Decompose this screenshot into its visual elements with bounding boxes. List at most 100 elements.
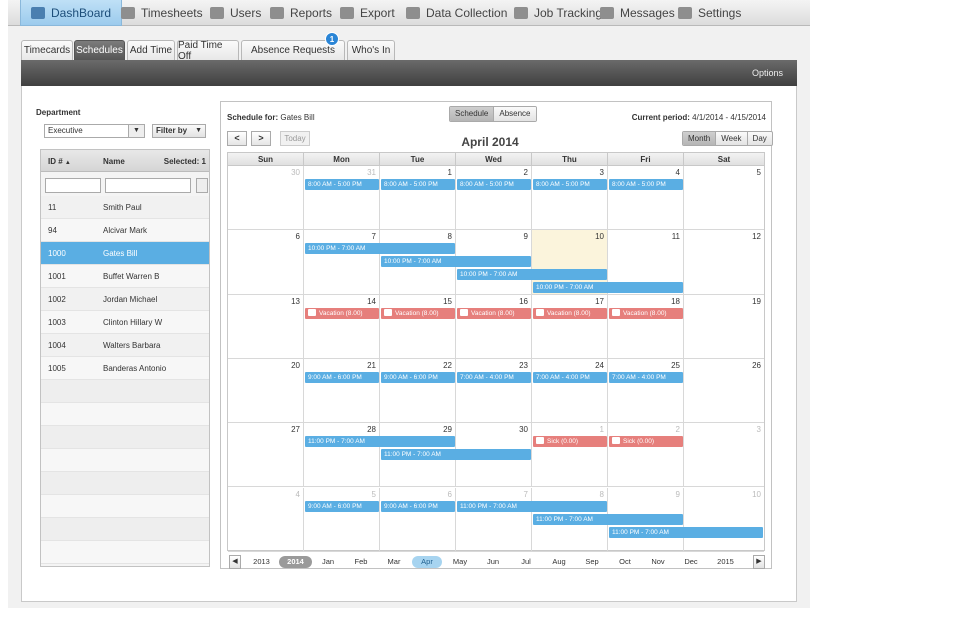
absence-view-button[interactable]: Absence: [493, 107, 536, 121]
timeline-item[interactable]: Mar: [379, 556, 409, 568]
day-cell[interactable]: 2: [608, 423, 684, 488]
day-cell[interactable]: 16: [456, 294, 532, 359]
absence-event[interactable]: Sick (0.00): [609, 436, 683, 448]
timeline-item[interactable]: 2015: [709, 556, 742, 568]
day-cell[interactable]: 2: [456, 166, 532, 231]
shift-event[interactable]: 10:00 PM - 7:00 AM: [381, 256, 531, 268]
user-row[interactable]: 1005 Banderas Antonio: [41, 357, 209, 380]
shift-event[interactable]: 8:00 AM - 5:00 PM: [533, 179, 607, 190]
shift-event[interactable]: 7:00 AM - 4:00 PM: [457, 371, 531, 383]
tab-paid-time-off[interactable]: Paid Time Off: [177, 40, 239, 62]
next-month-button[interactable]: >: [251, 131, 271, 146]
timeline-item[interactable]: May: [445, 556, 475, 568]
tab-who-s-in[interactable]: Who's In: [347, 40, 395, 60]
nav-timesheets[interactable]: Timesheets: [111, 0, 213, 26]
day-cell[interactable]: 19: [684, 295, 764, 359]
user-row[interactable]: 11 Smith Paul: [41, 196, 209, 219]
shift-event[interactable]: 8:00 AM - 5:00 PM: [305, 179, 379, 190]
timeline-item[interactable]: Feb: [346, 556, 376, 568]
absence-event[interactable]: Vacation (8.00): [381, 307, 455, 319]
department-select[interactable]: Executive ▼: [44, 124, 145, 138]
schedule-view-button[interactable]: Schedule: [450, 107, 494, 121]
shift-event[interactable]: 11:00 PM - 7:00 AM: [457, 500, 607, 512]
nav-data-collection[interactable]: Data Collection: [396, 0, 517, 26]
shift-event[interactable]: 10:00 PM - 7:00 AM: [457, 269, 607, 281]
shift-event[interactable]: 8:00 AM - 5:00 PM: [381, 179, 455, 190]
day-cell[interactable]: 5: [304, 487, 380, 552]
day-cell[interactable]: 27: [228, 423, 304, 488]
shift-event[interactable]: 9:00 AM - 6:00 PM: [305, 500, 379, 512]
shift-event[interactable]: 9:00 AM - 6:00 PM: [381, 500, 455, 512]
day-cell[interactable]: 5: [684, 166, 764, 231]
absence-event[interactable]: Vacation (8.00): [533, 307, 607, 319]
day-cell[interactable]: 6: [380, 487, 456, 552]
timeline-item[interactable]: Oct: [610, 556, 640, 568]
absence-event[interactable]: Vacation (8.00): [457, 307, 531, 319]
user-row[interactable]: 1000 Gates Bill: [41, 242, 209, 265]
nav-settings[interactable]: Settings: [668, 0, 751, 26]
day-cell[interactable]: 7: [456, 487, 532, 552]
user-row[interactable]: 1002 Jordan Michael: [41, 288, 209, 311]
absence-event[interactable]: Sick (0.00): [533, 436, 607, 448]
day-cell[interactable]: 3: [532, 166, 608, 231]
tab-schedules[interactable]: Schedules: [74, 40, 125, 60]
user-row[interactable]: 1001 Buffet Warren B: [41, 265, 209, 288]
absence-event[interactable]: Vacation (8.00): [305, 307, 379, 319]
timeline-item[interactable]: Nov: [643, 556, 673, 568]
month-range-button[interactable]: Month: [683, 132, 716, 145]
shift-event[interactable]: 11:00 PM - 7:00 AM: [305, 436, 455, 448]
user-row[interactable]: 94 Alcivar Mark: [41, 219, 209, 242]
timeline-item[interactable]: Apr: [412, 556, 442, 568]
shift-event[interactable]: 8:00 AM - 5:00 PM: [609, 179, 683, 190]
id-filter-input[interactable]: [45, 178, 101, 193]
day-cell[interactable]: 25: [608, 358, 684, 424]
timeline-next-button[interactable]: ▶: [753, 555, 765, 569]
day-cell[interactable]: 26: [684, 359, 764, 424]
timeline-item[interactable]: Jul: [511, 556, 541, 568]
shift-event[interactable]: 8:00 AM - 5:00 PM: [457, 179, 531, 190]
prev-month-button[interactable]: <: [227, 131, 247, 146]
day-cell[interactable]: 24: [532, 358, 608, 424]
day-cell[interactable]: 30: [228, 166, 304, 231]
nav-export[interactable]: Export: [330, 0, 405, 26]
shift-event[interactable]: 9:00 AM - 6:00 PM: [381, 371, 455, 383]
day-cell[interactable]: 15: [380, 294, 456, 359]
shift-event[interactable]: 7:00 AM - 4:00 PM: [533, 371, 607, 383]
timeline-item[interactable]: Aug: [544, 556, 574, 568]
options-link[interactable]: Options: [752, 68, 783, 78]
filter-clear-button[interactable]: [196, 178, 208, 193]
timeline-item[interactable]: 2014: [279, 556, 312, 568]
day-cell[interactable]: 1: [532, 423, 608, 488]
shift-event[interactable]: 9:00 AM - 6:00 PM: [305, 371, 379, 383]
shift-event[interactable]: 11:00 PM - 7:00 AM: [381, 449, 531, 461]
day-cell[interactable]: 1: [380, 166, 456, 231]
day-cell[interactable]: 23: [456, 358, 532, 424]
day-cell[interactable]: 21: [304, 358, 380, 424]
id-column-header[interactable]: ID # ▲: [48, 157, 71, 166]
nav-dashboard[interactable]: DashBoard: [20, 0, 123, 26]
timeline-item[interactable]: 2013: [245, 556, 278, 568]
shift-event[interactable]: 7:00 AM - 4:00 PM: [609, 371, 683, 383]
timeline-item[interactable]: Jan: [313, 556, 343, 568]
day-cell[interactable]: 12: [684, 230, 764, 295]
name-column-header[interactable]: Name: [103, 157, 125, 166]
timeline-item[interactable]: Dec: [676, 556, 706, 568]
shift-event[interactable]: 11:00 PM - 7:00 AM: [533, 513, 683, 525]
shift-event[interactable]: 10:00 PM - 7:00 AM: [305, 243, 455, 255]
name-filter-input[interactable]: [105, 178, 191, 193]
day-cell[interactable]: 14: [304, 294, 380, 359]
tab-timecards[interactable]: Timecards: [21, 40, 73, 60]
day-cell[interactable]: 7: [304, 230, 380, 295]
day-cell[interactable]: 28: [304, 423, 380, 488]
tab-add-time[interactable]: Add Time: [127, 40, 175, 60]
absence-event[interactable]: Vacation (8.00): [609, 307, 683, 319]
day-cell[interactable]: 4: [228, 487, 304, 552]
day-cell[interactable]: 18: [608, 294, 684, 359]
timeline-item[interactable]: Jun: [478, 556, 508, 568]
filter-by-button[interactable]: Filter by ▼: [152, 124, 206, 138]
user-row[interactable]: 1003 Clinton Hillary W: [41, 311, 209, 334]
shift-event[interactable]: 10:00 PM - 7:00 AM: [533, 282, 683, 294]
day-cell[interactable]: 10: [684, 488, 764, 552]
shift-event[interactable]: 11:00 PM - 7:00 AM: [609, 526, 763, 538]
day-cell[interactable]: 6: [228, 230, 304, 295]
